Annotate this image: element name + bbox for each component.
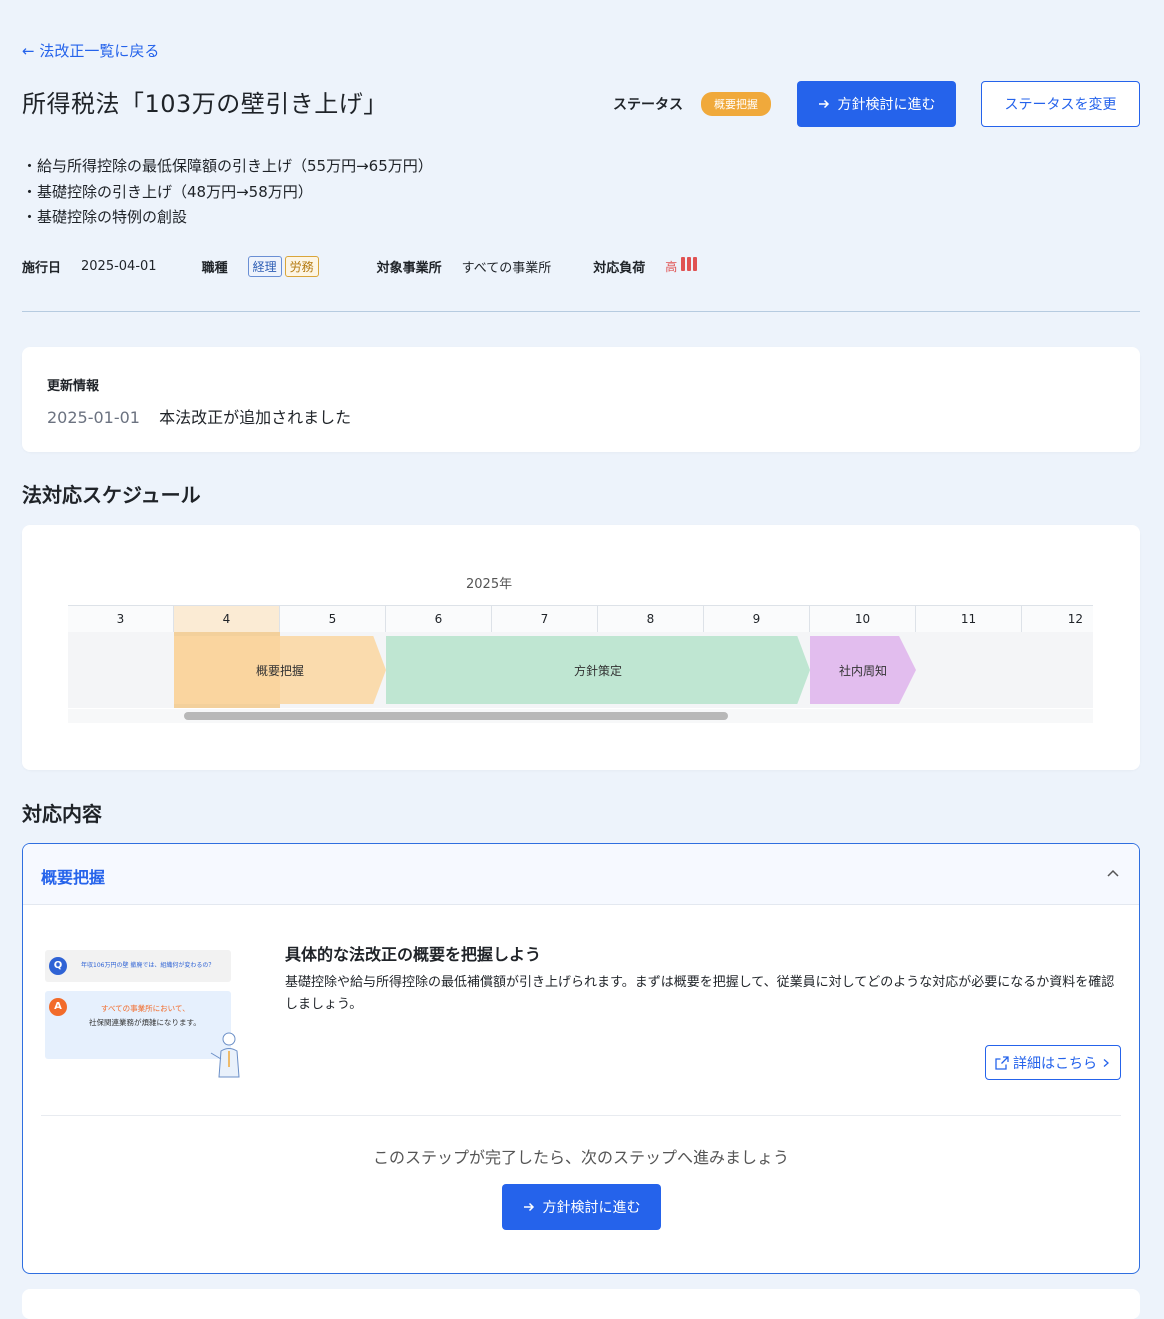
- header-divider: [22, 311, 1140, 312]
- schedule-title: 法対応スケジュール: [22, 483, 201, 507]
- back-to-list-link[interactable]: ← 法改正一覧に戻る: [22, 40, 159, 61]
- phase-announcement[interactable]: 社内周知: [810, 636, 916, 704]
- status-label: ステータス: [613, 97, 683, 113]
- month-cell: 8: [598, 606, 704, 632]
- status-area: ステータス 概要把握 方針検討に進む ステータスを変更: [613, 81, 1140, 127]
- schedule-card: 2025年 3 4 5 6 7 8 9 10 11 12 概要把握 方針策定 社…: [22, 525, 1140, 770]
- arrow-right-icon: [523, 1202, 534, 1212]
- office-label: 対象事業所: [376, 260, 442, 276]
- page-title: 所得税法「103万の壁引き上げ」: [22, 90, 388, 118]
- update-card: 更新情報 2025-01-01 本法改正が追加されました: [22, 347, 1140, 452]
- details-button[interactable]: 詳細はこちら: [985, 1045, 1121, 1080]
- illustration-a-line1: すべての事業所において、: [101, 1004, 190, 1013]
- phase-policy[interactable]: 方針策定: [386, 636, 810, 704]
- step-heading: 具体的な法改正の概要を把握しよう: [285, 945, 542, 964]
- month-cell: 6: [386, 606, 492, 632]
- update-heading: 更新情報: [47, 379, 100, 394]
- accordion-header[interactable]: 概要把握: [23, 844, 1139, 905]
- details-button-label: 詳細はこちら: [1013, 1055, 1097, 1072]
- next-step-button[interactable]: 方針検討に進む: [502, 1184, 661, 1230]
- proceed-policy-label: 方針検討に進む: [837, 97, 936, 113]
- month-header: 3 4 5 6 7 8 9 10 11 12: [68, 605, 1093, 633]
- schedule-gantt[interactable]: 3 4 5 6 7 8 9 10 11 12 概要把握 方針策定 社内周知: [68, 605, 1093, 723]
- illustration-question: Q 年収106万円の壁 撤廃では、組織何が変わるの？: [45, 950, 231, 982]
- status-badge: 概要把握: [701, 92, 771, 116]
- summary-item: ・基礎控除の特例の創設: [22, 208, 188, 226]
- load-level-icon: [681, 257, 699, 275]
- illustration-a-line2: 社保関連業務が煩雑になります。: [89, 1018, 201, 1027]
- external-link-icon: [995, 1055, 1009, 1070]
- law-summary: ・給与所得控除の最低保障額の引き上げ（55万円→65万円） ・基礎控除の引き上げ…: [22, 154, 433, 231]
- job-label: 職種: [201, 260, 228, 276]
- month-cell: 11: [916, 606, 1022, 632]
- accordion-divider: [41, 1115, 1121, 1116]
- schedule-year: 2025年: [466, 577, 513, 592]
- summary-item: ・給与所得控除の最低保障額の引き上げ（55万円→65万円）: [22, 157, 433, 175]
- month-cell: 10: [810, 606, 916, 632]
- a-icon: A: [49, 998, 67, 1016]
- q-icon: Q: [49, 957, 67, 975]
- effective-date-label: 施行日: [22, 260, 62, 276]
- month-cell: 9: [704, 606, 810, 632]
- change-status-button[interactable]: ステータスを変更: [981, 81, 1140, 127]
- load-value: 高: [665, 259, 678, 274]
- illustration-answer: A すべての事業所において、 社保関連業務が煩雑になります。: [45, 991, 231, 1059]
- month-cell: 12: [1067, 612, 1083, 626]
- month-cell: 3: [68, 606, 174, 632]
- content-title: 対応内容: [22, 802, 102, 826]
- faq-illustration: Q 年収106万円の壁 撤廃では、組織何が変わるの？ A すべての事業所において…: [45, 947, 245, 1078]
- month-cell-current: 4: [174, 606, 280, 632]
- job-tag-accounting: 経理: [247, 255, 282, 277]
- next-step-label: 方針検討に進む: [542, 1200, 641, 1216]
- phase-overview[interactable]: 概要把握: [174, 636, 386, 704]
- horizontal-scrollbar-thumb[interactable]: [184, 712, 728, 720]
- effective-date-value: 2025-04-01: [81, 258, 157, 274]
- law-meta: 施行日 2025-04-01 職種 経理 労務 対象事業所 すべての事業所 対応…: [22, 254, 699, 278]
- step-accordion: 概要把握 Q 年収106万円の壁 撤廃では、組織何が変わるの？ A すべての事業…: [22, 843, 1140, 1274]
- office-value: すべての事業所: [461, 260, 552, 276]
- step-description: 基礎控除や給与所得控除の最低補償額が引き上げられます。まずは概要を把握して、従業…: [285, 975, 1115, 1012]
- arrow-right-icon: [818, 99, 829, 109]
- change-status-label: ステータスを変更: [1004, 97, 1117, 113]
- update-entry: 2025-01-01 本法改正が追加されました: [47, 404, 351, 428]
- update-date: 2025-01-01: [47, 408, 140, 427]
- summary-item: ・基礎控除の引き上げ（48万円→58万円）: [22, 182, 313, 201]
- accordion-title: 概要把握: [41, 868, 106, 887]
- job-tag-labor: 労務: [284, 255, 319, 277]
- month-cell: 5: [280, 606, 386, 632]
- month-cell: 7: [492, 606, 598, 632]
- illustration-q-text: 年収106万円の壁 撤廃では、組織何が変わるの？: [81, 962, 215, 969]
- proceed-policy-button[interactable]: 方針検討に進む: [797, 81, 956, 127]
- person-icon: [210, 1032, 240, 1078]
- chevron-right-icon: [1103, 1058, 1109, 1067]
- step-complete-note: このステップが完了したら、次のステップへ進みましょう: [372, 1148, 789, 1167]
- load-label: 対応負荷: [593, 260, 646, 276]
- update-text: 本法改正が追加されました: [159, 408, 352, 427]
- chevron-up-icon[interactable]: [1105, 866, 1121, 882]
